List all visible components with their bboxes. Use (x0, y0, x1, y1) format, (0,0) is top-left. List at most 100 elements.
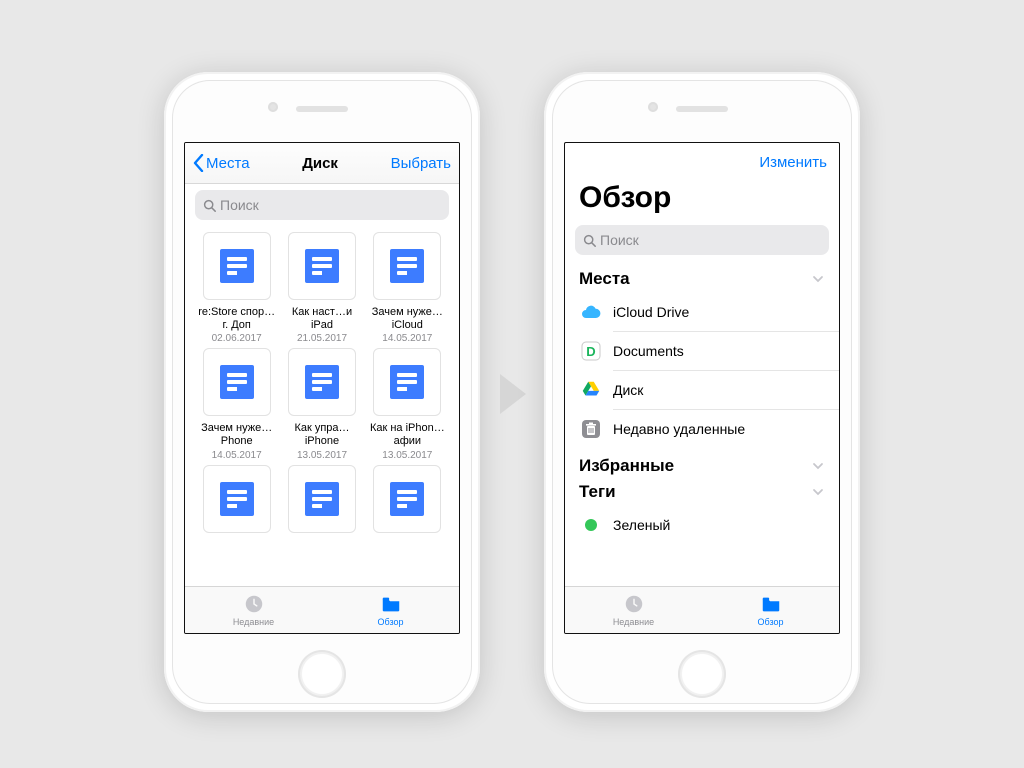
location-label: Недавно удаленные (613, 421, 745, 437)
doc-thumbnail (288, 465, 356, 533)
folder-icon (760, 593, 782, 615)
phone-left: Места Диск Выбрать Поиск re:Store спор…г… (164, 72, 480, 712)
doc-thumbnail (373, 465, 441, 533)
file-item[interactable]: Зачем нуже…Phone 14.05.2017 (195, 348, 278, 460)
gdoc-icon (305, 249, 339, 283)
speaker-slot (296, 106, 348, 112)
documents-app-icon: D (579, 339, 603, 363)
location-row-icloud[interactable]: iCloud Drive (565, 293, 839, 331)
edit-button[interactable]: Изменить (759, 154, 827, 171)
page-title: Обзор (565, 181, 839, 225)
location-row-gdrive[interactable]: Диск (565, 371, 839, 409)
gdoc-icon (390, 249, 424, 283)
file-item[interactable]: Как наст…и iPad 21.05.2017 (280, 232, 363, 344)
file-item[interactable]: Как упра…iPhone 13.05.2017 (280, 348, 363, 460)
clock-icon (623, 593, 645, 615)
gdoc-icon (390, 482, 424, 516)
location-label: Documents (613, 343, 684, 359)
file-grid[interactable]: re:Store спор…г. Доп 02.06.2017 Как наст… (185, 226, 459, 586)
tag-dot-icon (579, 513, 603, 537)
file-date: 13.05.2017 (297, 450, 347, 461)
file-date: 14.05.2017 (382, 333, 432, 344)
file-date: 21.05.2017 (297, 333, 347, 344)
location-row-documents[interactable]: D Documents (565, 332, 839, 370)
nav-bar: Изменить (565, 143, 839, 181)
file-item[interactable]: re:Store спор…г. Доп 02.06.2017 (195, 232, 278, 344)
front-camera (268, 102, 278, 112)
location-label: iCloud Drive (613, 304, 689, 320)
file-name: Как упра…iPhone (283, 422, 361, 447)
file-item[interactable] (280, 465, 363, 539)
clock-icon (243, 593, 265, 615)
folder-icon (380, 593, 402, 615)
gdoc-icon (305, 365, 339, 399)
doc-thumbnail (288, 232, 356, 300)
speaker-slot (676, 106, 728, 112)
search-placeholder: Поиск (600, 232, 639, 248)
file-name: Как наст…и iPad (283, 306, 361, 331)
tab-label: Недавние (613, 617, 654, 627)
section-title: Избранные (579, 456, 674, 476)
tab-bar: Недавние Обзор (565, 586, 839, 633)
section-favorites-header[interactable]: Избранные (565, 448, 839, 480)
file-date: 13.05.2017 (382, 450, 432, 461)
tab-browse[interactable]: Обзор (322, 587, 459, 633)
front-camera (648, 102, 658, 112)
doc-thumbnail (203, 348, 271, 416)
tag-row-green[interactable]: Зеленый (565, 506, 839, 544)
phone-right: Изменить Обзор Поиск Места iClo (544, 72, 860, 712)
doc-thumbnail (203, 232, 271, 300)
file-date: 14.05.2017 (212, 450, 262, 461)
arrow-right-icon (496, 372, 530, 416)
screen-disk: Места Диск Выбрать Поиск re:Store спор…г… (184, 142, 460, 634)
file-date: 02.06.2017 (212, 333, 262, 344)
doc-thumbnail (373, 232, 441, 300)
tab-label: Обзор (758, 617, 784, 627)
location-row-trash[interactable]: Недавно удаленные (565, 410, 839, 448)
file-item[interactable] (366, 465, 449, 539)
file-item[interactable] (195, 465, 278, 539)
file-name: Зачем нуже…iCloud (368, 306, 446, 331)
home-button[interactable] (298, 650, 346, 698)
file-name: Зачем нуже…Phone (198, 422, 276, 447)
home-button[interactable] (678, 650, 726, 698)
gdoc-icon (220, 365, 254, 399)
location-label: Диск (613, 382, 643, 398)
tab-bar: Недавние Обзор (185, 586, 459, 633)
search-icon (203, 199, 216, 212)
back-button[interactable]: Места (193, 154, 250, 172)
doc-thumbnail (288, 348, 356, 416)
file-name: re:Store спор…г. Доп (198, 306, 276, 331)
tab-browse[interactable]: Обзор (702, 587, 839, 633)
gdoc-icon (390, 365, 424, 399)
icloud-icon (579, 300, 603, 324)
chevron-down-icon (811, 485, 825, 499)
section-locations-header[interactable]: Места (565, 261, 839, 293)
gdoc-icon (220, 482, 254, 516)
chevron-down-icon (811, 459, 825, 473)
select-button[interactable]: Выбрать (391, 155, 451, 172)
section-title: Теги (579, 482, 616, 502)
search-field[interactable]: Поиск (195, 190, 449, 220)
chevron-down-icon (811, 272, 825, 286)
tab-recents[interactable]: Недавние (565, 587, 702, 633)
search-icon (583, 234, 596, 247)
doc-thumbnail (203, 465, 271, 533)
tab-label: Обзор (378, 617, 404, 627)
search-field[interactable]: Поиск (575, 225, 829, 255)
file-name: Как на iPhon…афии (368, 422, 446, 447)
tab-recents[interactable]: Недавние (185, 587, 322, 633)
search-placeholder: Поиск (220, 197, 259, 213)
chevron-left-icon (193, 154, 204, 172)
svg-text:D: D (586, 344, 595, 359)
back-label: Места (206, 155, 250, 172)
file-item[interactable]: Зачем нуже…iCloud 14.05.2017 (366, 232, 449, 344)
section-tags-header[interactable]: Теги (565, 480, 839, 506)
gdoc-icon (220, 249, 254, 283)
nav-bar: Места Диск Выбрать (185, 143, 459, 184)
google-drive-icon (579, 378, 603, 402)
tab-label: Недавние (233, 617, 274, 627)
tag-label: Зеленый (613, 517, 670, 533)
file-item[interactable]: Как на iPhon…афии 13.05.2017 (366, 348, 449, 460)
gdoc-icon (305, 482, 339, 516)
